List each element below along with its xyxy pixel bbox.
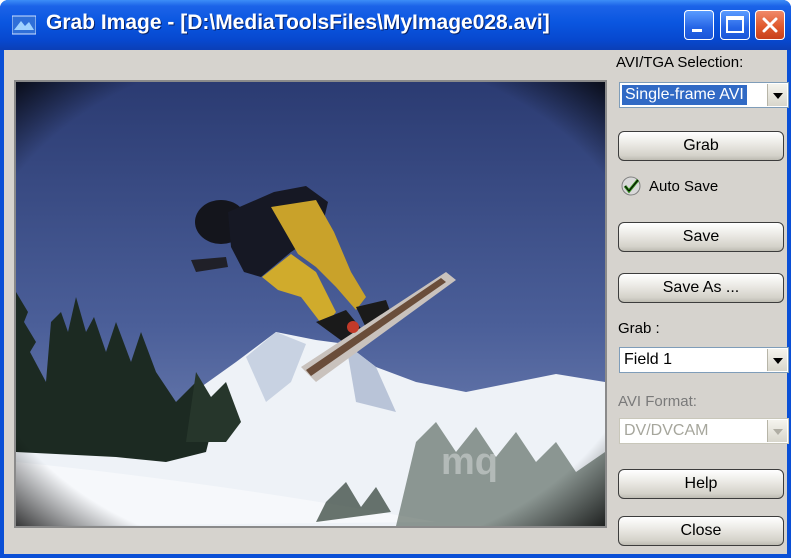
dialog-client-area: mq AVI/TGA Selection: Single-frame AVI G… [4,50,789,554]
video-preview: mq [14,80,607,528]
grab-label: Grab : [618,320,660,337]
grab-image-window: Grab Image - [D:\MediaToolsFiles\MyImage… [0,0,791,558]
selection-dropdown[interactable]: Single-frame AVI [619,82,789,108]
minimize-icon [692,29,702,32]
format-value: DV/DVCAM [624,422,709,439]
grab-dropdown[interactable]: Field 1 [619,347,789,373]
help-button[interactable]: Help [618,469,784,499]
app-icon [12,15,36,35]
snowboarder-photo: mq [16,82,605,526]
save-as-button[interactable]: Save As ... [618,273,784,303]
chevron-down-icon [767,420,787,442]
save-button[interactable]: Save [618,222,784,252]
grab-value: Field 1 [624,351,673,368]
close-icon [762,17,778,33]
maximize-icon [726,16,744,33]
format-dropdown: DV/DVCAM [619,418,789,444]
minimize-button[interactable] [684,10,714,40]
selection-value: Single-frame AVI [622,85,747,105]
chevron-down-icon[interactable] [767,349,787,371]
selection-label: AVI/TGA Selection: [616,54,744,71]
checkmark-icon[interactable] [621,176,641,196]
title-bar[interactable]: Grab Image - [D:\MediaToolsFiles\MyImage… [0,0,791,50]
maximize-button[interactable] [720,10,750,40]
format-label: AVI Format: [618,393,697,410]
grab-button[interactable]: Grab [618,131,784,161]
chevron-down-icon[interactable] [767,84,787,106]
autosave-label[interactable]: Auto Save [649,178,718,195]
window-title: Grab Image - [D:\MediaToolsFiles\MyImage… [46,11,550,34]
close-button[interactable]: Close [618,516,784,546]
close-window-button[interactable] [755,10,785,40]
